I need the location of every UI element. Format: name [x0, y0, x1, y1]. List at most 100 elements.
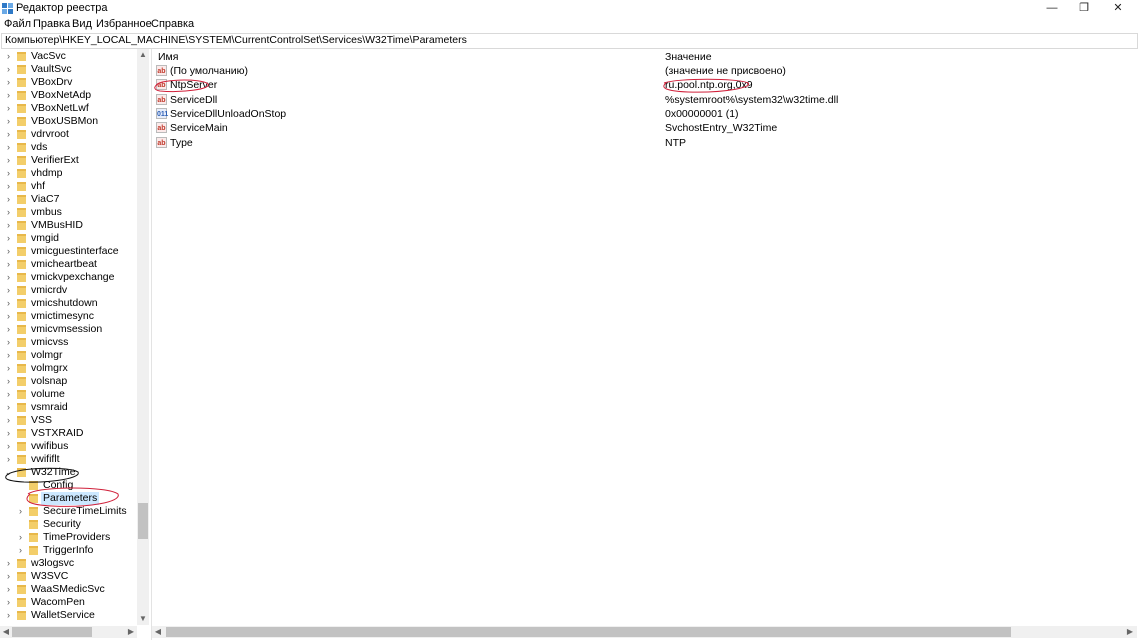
tree-item[interactable]: › ViaC7	[0, 193, 136, 206]
tree-item[interactable]: Parameters	[0, 492, 136, 505]
tree-item[interactable]: › vsmraid	[0, 401, 136, 414]
chevron-right-icon[interactable]: ›	[4, 128, 13, 141]
tree-item[interactable]: › vmicrdv	[0, 284, 136, 297]
chevron-right-icon[interactable]: ›	[4, 232, 13, 245]
chevron-right-icon[interactable]: ›	[4, 206, 13, 219]
tree-item[interactable]: › WacomPen	[0, 596, 136, 609]
value-row[interactable]: ab NtpServer ru.pool.ntp.org,0x9	[152, 78, 1132, 92]
tree-item[interactable]: › VacSvc	[0, 50, 136, 63]
chevron-right-icon[interactable]: ›	[4, 349, 13, 362]
tree-item[interactable]: › vmicheartbeat	[0, 258, 136, 271]
chevron-right-icon[interactable]: ›	[4, 76, 13, 89]
chevron-right-icon[interactable]: ›	[4, 180, 13, 193]
tree-item[interactable]: › WaaSMedicSvc	[0, 583, 136, 596]
tree-item[interactable]: › SecureTimeLimits	[0, 505, 136, 518]
tree-item[interactable]: ⌄ W32Time	[0, 466, 136, 479]
chevron-right-icon[interactable]: ›	[4, 141, 13, 154]
tree-item[interactable]: Security	[0, 518, 136, 531]
chevron-right-icon[interactable]: ›	[16, 531, 25, 544]
tree-item[interactable]: Config	[0, 479, 136, 492]
chevron-right-icon[interactable]: ›	[4, 63, 13, 76]
tree-item[interactable]: › volmgr	[0, 349, 136, 362]
chevron-right-icon[interactable]: ›	[4, 388, 13, 401]
chevron-right-icon[interactable]: ›	[4, 154, 13, 167]
value-row[interactable]: ab (По умолчанию) (значение не присвоено)	[152, 64, 1132, 78]
tree-item[interactable]: › volume	[0, 388, 136, 401]
chevron-right-icon[interactable]: ›	[4, 570, 13, 583]
tree-item[interactable]: › VBoxNetAdp	[0, 89, 136, 102]
scroll-thumb[interactable]	[138, 503, 148, 539]
tree-item[interactable]: › VBoxDrv	[0, 76, 136, 89]
chevron-right-icon[interactable]: ›	[4, 310, 13, 323]
scroll-right-icon[interactable]: ▶	[125, 626, 137, 638]
minimize-button[interactable]: —	[1034, 0, 1070, 17]
tree-vertical-scrollbar[interactable]: ▲ ▼	[137, 49, 149, 625]
tree-item[interactable]: › TimeProviders	[0, 531, 136, 544]
tree-item[interactable]: › vds	[0, 141, 136, 154]
chevron-right-icon[interactable]: ›	[4, 557, 13, 570]
tree-item[interactable]: › vmickvpexchange	[0, 271, 136, 284]
chevron-right-icon[interactable]: ›	[4, 115, 13, 128]
tree-item[interactable]: › vmicvmsession	[0, 323, 136, 336]
tree-item[interactable]: › vmgid	[0, 232, 136, 245]
tree-item[interactable]: › vhdmp	[0, 167, 136, 180]
chevron-right-icon[interactable]: ›	[16, 544, 25, 557]
chevron-right-icon[interactable]: ›	[4, 271, 13, 284]
chevron-right-icon[interactable]: ›	[4, 89, 13, 102]
chevron-right-icon[interactable]: ›	[4, 414, 13, 427]
tree-item[interactable]: › WalletService	[0, 609, 136, 622]
menu-view[interactable]: Вид	[72, 18, 92, 30]
value-row[interactable]: ab Type NTP	[152, 136, 1132, 150]
restore-button[interactable]: ❐	[1066, 0, 1102, 17]
chevron-right-icon[interactable]: ›	[4, 596, 13, 609]
chevron-right-icon[interactable]: ›	[4, 219, 13, 232]
tree-item[interactable]: › VBoxNetLwf	[0, 102, 136, 115]
tree-item[interactable]: › vmicguestinterface	[0, 245, 136, 258]
chevron-right-icon[interactable]: ›	[4, 297, 13, 310]
tree-item[interactable]: › VSS	[0, 414, 136, 427]
chevron-right-icon[interactable]: ›	[4, 193, 13, 206]
scroll-down-icon[interactable]: ▼	[137, 613, 149, 625]
chevron-right-icon[interactable]: ›	[4, 284, 13, 297]
tree-item[interactable]: › VBoxUSBMon	[0, 115, 136, 128]
tree-item[interactable]: › VaultSvc	[0, 63, 136, 76]
tree-item[interactable]: › vmicshutdown	[0, 297, 136, 310]
scroll-thumb[interactable]	[12, 627, 92, 637]
chevron-right-icon[interactable]: ›	[4, 375, 13, 388]
tree-item[interactable]: › volsnap	[0, 375, 136, 388]
tree-horizontal-scrollbar[interactable]: ◀ ▶	[0, 626, 137, 638]
chevron-right-icon[interactable]: ›	[4, 427, 13, 440]
tree-item[interactable]: › VMBusHID	[0, 219, 136, 232]
value-row[interactable]: ab ServiceMain SvchostEntry_W32Time	[152, 121, 1132, 135]
scroll-right-icon[interactable]: ▶	[1124, 626, 1136, 638]
tree-item[interactable]: › TriggerInfo	[0, 544, 136, 557]
chevron-right-icon[interactable]: ›	[4, 440, 13, 453]
chevron-right-icon[interactable]: ›	[4, 583, 13, 596]
tree-item[interactable]: › VSTXRAID	[0, 427, 136, 440]
chevron-right-icon[interactable]: ›	[16, 505, 25, 518]
chevron-right-icon[interactable]: ›	[4, 362, 13, 375]
tree-item[interactable]: › vmictimesync	[0, 310, 136, 323]
tree-item[interactable]: › vwifibus	[0, 440, 136, 453]
tree-item[interactable]: › vwififlt	[0, 453, 136, 466]
value-row[interactable]: ab ServiceDll %systemroot%\system32\w32tim…	[152, 93, 1132, 107]
tree-item[interactable]: › vdrvroot	[0, 128, 136, 141]
chevron-right-icon[interactable]: ›	[4, 323, 13, 336]
value-row[interactable]: 011 ServiceDllUnloadOnStop 0x00000001 (1)	[152, 107, 1132, 121]
tree-item[interactable]: › volmgrx	[0, 362, 136, 375]
menu-help[interactable]: Справка	[151, 18, 194, 30]
chevron-right-icon[interactable]: ›	[4, 102, 13, 115]
chevron-right-icon[interactable]: ›	[4, 453, 13, 466]
tree-item[interactable]: › w3logsvc	[0, 557, 136, 570]
tree-item[interactable]: › W3SVC	[0, 570, 136, 583]
tree-item[interactable]: › VerifierExt	[0, 154, 136, 167]
chevron-down-icon[interactable]: ⌄	[4, 466, 13, 479]
address-bar[interactable]: Компьютер\HKEY_LOCAL_MACHINE\SYSTEM\Curr…	[1, 33, 1138, 49]
scroll-up-icon[interactable]: ▲	[137, 49, 149, 61]
tree-item[interactable]: › vmbus	[0, 206, 136, 219]
chevron-right-icon[interactable]: ›	[4, 609, 13, 622]
scroll-left-icon[interactable]: ◀	[152, 626, 164, 638]
menu-favorites[interactable]: Избранное	[96, 18, 152, 30]
chevron-right-icon[interactable]: ›	[4, 245, 13, 258]
menu-file[interactable]: Файл	[4, 18, 31, 30]
